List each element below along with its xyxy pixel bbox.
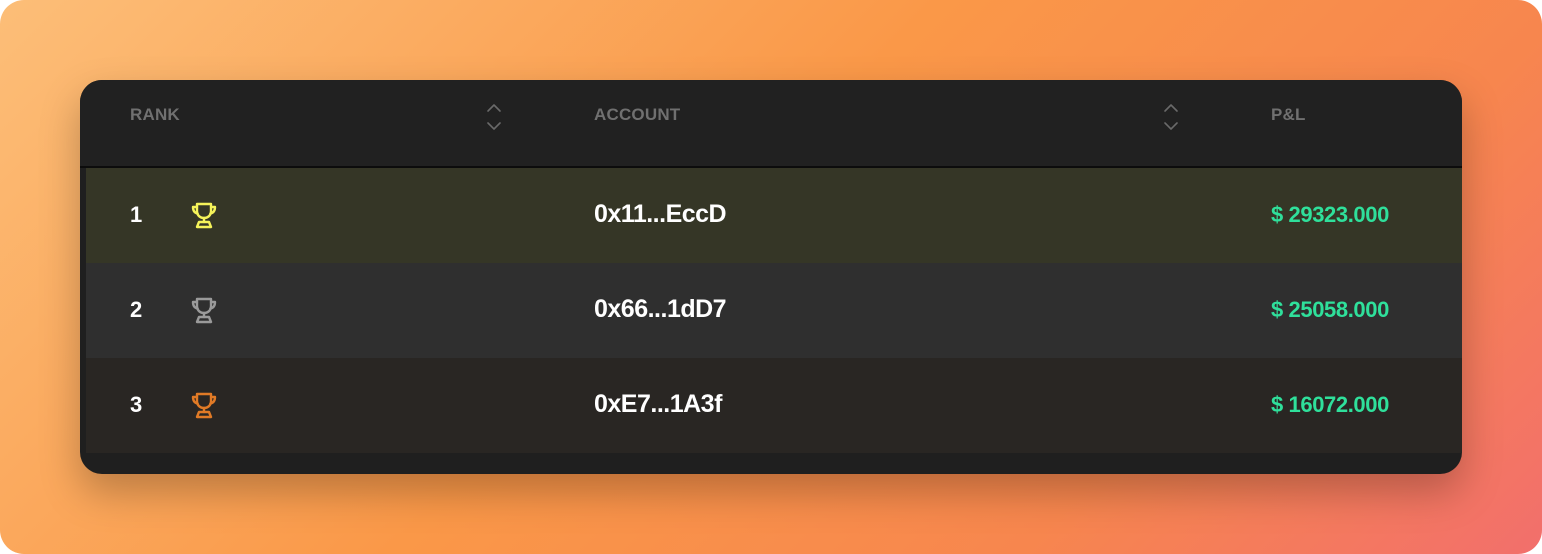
- account-address[interactable]: 0x66...1dD7: [594, 295, 727, 324]
- table-row[interactable]: 3 0xE7...1A3f $ 16072.000: [86, 358, 1462, 453]
- bronze-trophy-icon: [191, 392, 217, 419]
- column-header-pnl: P&L: [1271, 105, 1306, 124]
- silver-trophy-icon: [191, 297, 217, 324]
- table-header: RANK ACCOUNT P&L: [80, 80, 1462, 168]
- gold-trophy-icon: [191, 202, 217, 229]
- rank-value: 3: [130, 392, 143, 417]
- rank-value: 2: [130, 297, 143, 322]
- gradient-backdrop: RANK ACCOUNT P&L 1 0x11...EccD $ 29323.0…: [0, 0, 1542, 554]
- table-row[interactable]: 2 0x66...1dD7 $ 25058.000: [86, 263, 1462, 358]
- table-row[interactable]: 1 0x11...EccD $ 29323.000: [86, 168, 1462, 263]
- leaderboard-table: RANK ACCOUNT P&L 1 0x11...EccD $ 29323.0…: [80, 80, 1462, 474]
- column-header-rank[interactable]: RANK: [130, 105, 180, 125]
- sort-rank-icon[interactable]: [486, 102, 502, 132]
- pnl-value: $ 29323.000: [1271, 202, 1389, 227]
- pnl-value: $ 25058.000: [1271, 297, 1389, 322]
- pnl-value: $ 16072.000: [1271, 392, 1389, 417]
- sort-account-icon[interactable]: [1163, 102, 1179, 132]
- column-header-account[interactable]: ACCOUNT: [594, 105, 680, 125]
- account-address[interactable]: 0x11...EccD: [594, 200, 727, 229]
- rank-value: 1: [130, 202, 143, 227]
- account-address[interactable]: 0xE7...1A3f: [594, 390, 722, 419]
